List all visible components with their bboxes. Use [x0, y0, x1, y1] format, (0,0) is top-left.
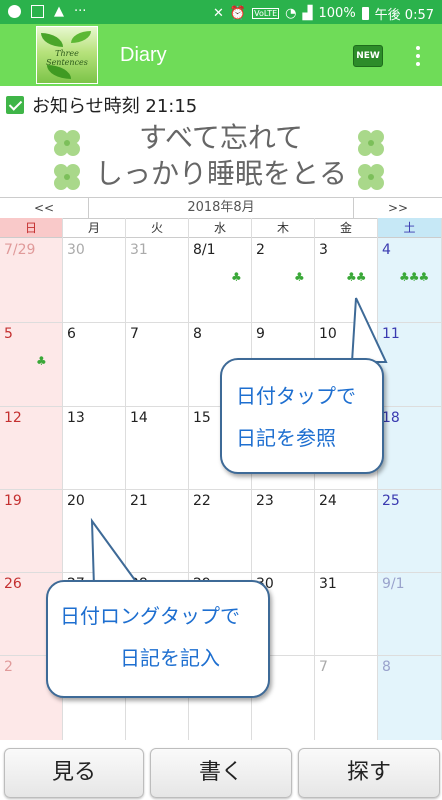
calendar-day-cell[interactable]: 19 [4, 493, 59, 568]
clover-mark-icon: ♣♣ [346, 270, 366, 284]
weekday-header: 土 [378, 218, 441, 238]
more-notifications-text: ··· [74, 4, 87, 19]
hint-bubble-long-tap: 日付ロングタップで 日記を記入 [46, 580, 270, 698]
write-button[interactable]: 書く [150, 748, 292, 798]
mute-icon: ✕ [213, 6, 224, 21]
calendar-day-cell[interactable]: 31 [319, 576, 374, 651]
calendar-day-cell[interactable]: 7 [319, 659, 374, 736]
weekday-header: 水 [189, 218, 251, 238]
new-badge-button[interactable]: NEW [353, 45, 383, 67]
calendar-day-cell[interactable]: 25 [382, 493, 438, 568]
warning-icon: ▲ [54, 4, 64, 19]
calendar-day-cell[interactable]: 12 [4, 410, 59, 485]
weekday-header: 月 [63, 218, 125, 238]
prev-month-button[interactable]: << [0, 198, 89, 218]
weekday-header: 木 [252, 218, 314, 238]
view-button[interactable]: 見る [4, 748, 144, 798]
notification-label: お知らせ時刻 21:15 [32, 96, 198, 117]
clover-icon [54, 164, 80, 190]
logo-text: Three Sentences [46, 49, 88, 67]
notification-toggle[interactable]: お知らせ時刻 21:15 [6, 92, 197, 118]
month-label: 2018年8月 [187, 200, 255, 215]
weekday-header: 火 [126, 218, 188, 238]
hint-bubble-tap: 日付タップで 日記を参照 [220, 358, 384, 474]
clover-mark-icon: ♣♣♣ [399, 270, 429, 284]
battery-percent: 100% [318, 6, 356, 21]
calendar-day-cell[interactable]: 9/1 [382, 576, 438, 651]
clock: 午後 0:57 [374, 8, 434, 23]
calendar-day-cell[interactable]: 18 [382, 410, 438, 485]
calendar-day-cell[interactable]: 30 [67, 242, 122, 318]
calendar-day-cell[interactable]: 8 [382, 659, 438, 736]
hint-long-tap-line-2: 日記を記入 [120, 646, 220, 670]
battery-icon [361, 7, 369, 20]
hint-tap-line-1: 日付タップで [236, 384, 356, 408]
clover-icon [358, 164, 384, 190]
calendar-day-cell[interactable]: 22 [193, 493, 248, 568]
overflow-menu-icon[interactable] [408, 44, 428, 68]
calendar-day-cell[interactable]: 5 [4, 326, 59, 402]
clover-icon [358, 130, 384, 156]
clover-mark-icon: ♣ [294, 270, 305, 284]
hint-long-tap-line-1: 日付ロングタップで [60, 604, 240, 628]
row-divider [0, 489, 442, 490]
volte-icon: VoLTE [252, 8, 280, 19]
app-logo: Three Sentences [36, 26, 98, 84]
hint-tap-line-2: 日記を参照 [236, 426, 336, 450]
notification-checkbox[interactable] [6, 96, 24, 114]
calendar-day-cell[interactable]: 11 [382, 326, 438, 402]
line-icon [8, 5, 21, 18]
wifi-icon: ◔ [285, 6, 297, 21]
clover-mark-icon: ♣ [36, 354, 47, 368]
gallery-icon [31, 5, 44, 18]
clover-mark-icon: ♣ [231, 270, 242, 284]
weekday-header: 日 [0, 218, 62, 238]
row-divider [0, 572, 442, 573]
signal-icon: ▟ [302, 6, 313, 21]
alarm-icon: ⏰ [229, 6, 247, 21]
month-navigation: << 2018年8月 >> [0, 197, 442, 219]
calendar-day-cell[interactable]: 31 [130, 242, 185, 318]
calendar-day-cell[interactable]: 7 [130, 326, 185, 402]
status-bar: ▲ ··· ✕ ⏰ VoLTE ◔ ▟ 100% 午後 0:57 [0, 0, 442, 24]
next-month-button[interactable]: >> [353, 198, 442, 218]
calendar-day-cell[interactable]: 13 [67, 410, 122, 485]
search-button[interactable]: 探す [298, 748, 440, 798]
calendar-day-cell[interactable]: 7/29 [4, 242, 59, 318]
clover-icon [54, 130, 80, 156]
app-title: Diary [120, 44, 167, 66]
calendar-day-cell[interactable]: 23 [256, 493, 311, 568]
calendar-day-cell[interactable]: 24 [319, 493, 374, 568]
calendar-day-cell[interactable]: 14 [130, 410, 185, 485]
calendar-day-cell[interactable]: 6 [67, 326, 122, 402]
weekday-header: 金 [315, 218, 377, 238]
